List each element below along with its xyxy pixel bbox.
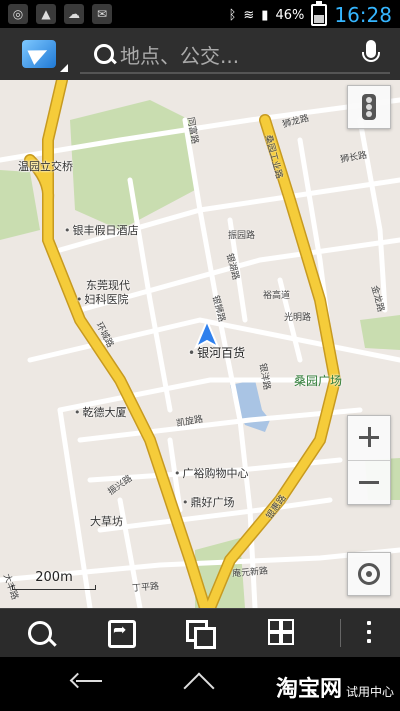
bluetooth-icon: ᛒ [228,7,237,23]
map-label[interactable]: 银丰假日酒店 [64,222,139,238]
battery-percent: 46% [275,7,305,23]
route-icon [108,620,136,648]
menu-corner-indicator [60,64,68,72]
apps-button[interactable] [262,617,302,649]
map-label[interactable]: 妇科医院 [76,291,129,307]
traffic-light-icon [362,94,376,120]
home-icon[interactable] [182,673,218,691]
search-icon [94,44,114,64]
weather-notification-icon: ☁ [64,4,84,24]
search-underline [80,72,390,74]
map-label[interactable]: 乾德大厦 [74,404,127,420]
nearby-search-button[interactable] [20,617,60,649]
scale-label: 200m [35,570,73,585]
crosshair-icon [358,563,380,585]
road-name: 裕高道 [263,291,291,301]
watermark: 淘宝网 试用中心 [276,671,394,703]
locate-me-button[interactable] [347,552,391,596]
map-label[interactable]: 温园立交桥 [18,158,73,174]
layers-icon-front [194,627,216,649]
search-icon [28,621,52,645]
park-area [360,315,400,350]
toolbar-divider [340,619,341,647]
layers-button[interactable] [180,617,220,649]
park-area [70,100,195,230]
scale-line [12,585,96,590]
road-name: 丁平路 [131,581,160,595]
map-label[interactable]: 银河百货 [188,344,245,361]
status-bar: ◎ ▲ ☁ ✉ ᛒ ≋ ▮ 46% 16:28 [0,0,400,28]
wechat-notification-icon: ✉ [92,4,112,24]
search-input[interactable]: 地点、公交... [120,40,239,69]
wifi-icon: ≋ [243,7,255,23]
app-notification-icon: ◎ [8,4,28,24]
road-name: 光明路 [284,313,312,323]
scale-bar: 200m [12,570,96,590]
map-label[interactable]: 大草坊 [90,513,123,529]
traffic-layer-button[interactable] [347,85,391,129]
map-label[interactable]: 鼎好广场 [182,494,235,510]
system-nav-bar: 淘宝网 试用中心 [0,657,400,711]
more-options-button[interactable] [354,617,384,649]
zoom-out-button[interactable] [348,460,390,505]
zoom-in-button[interactable] [348,416,390,460]
top-bar: 地点、公交... [0,28,400,80]
back-icon[interactable] [70,671,104,693]
image-notification-icon: ▲ [36,4,56,24]
watermark-sub: 试用中心 [345,685,394,699]
microphone-icon[interactable] [362,40,380,62]
map-label[interactable]: 桑园广场 [294,372,342,389]
battery-icon [311,1,328,26]
park-area [0,170,40,240]
app-menu-button[interactable] [10,34,68,74]
clock: 16:28 [334,3,392,27]
bottom-toolbar [0,608,400,657]
road-name: 振园路 [228,231,256,241]
signal-icon: ▮ [261,7,269,23]
map-label[interactable]: 广裕购物中心 [174,465,249,481]
watermark-brand: 淘宝网 [275,677,342,702]
search-box[interactable]: 地点、公交... [80,36,390,74]
map-view[interactable]: 温园立交桥 银丰假日酒店 东莞现代 妇科医院 乾德大厦 银河百货 桑园广场 广裕… [0,80,400,608]
route-button[interactable] [100,617,140,649]
paper-plane-logo-icon [22,40,56,68]
zoom-control [347,415,391,505]
